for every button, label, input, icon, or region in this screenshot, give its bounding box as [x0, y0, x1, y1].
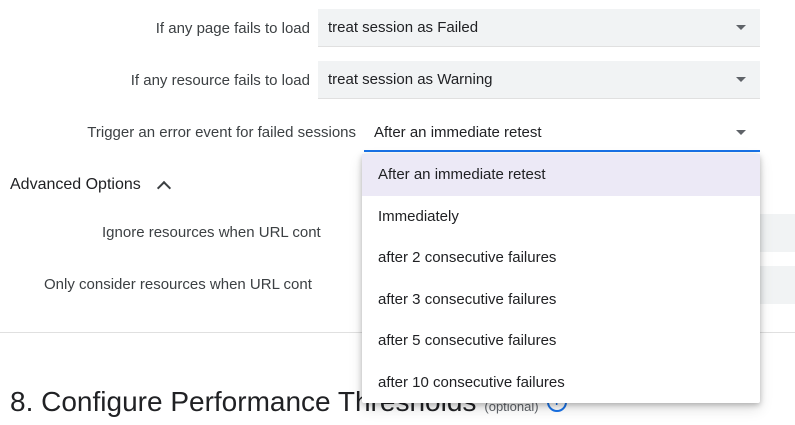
advanced-options-toggle[interactable]: Advanced Options — [10, 176, 171, 195]
page-fail-select[interactable]: treat session as Failed — [318, 9, 760, 47]
dropdown-option[interactable]: after 2 consecutive failures — [362, 237, 760, 279]
error-event-select[interactable]: After an immediate retest — [364, 114, 760, 152]
only-consider-label: Only consider resources when URL cont — [44, 276, 312, 293]
dropdown-option[interactable]: after 10 consecutive failures — [362, 362, 760, 404]
dropdown-option[interactable]: After an immediate retest — [362, 154, 760, 196]
caret-down-icon — [736, 77, 746, 82]
dropdown-option[interactable]: Immediately — [362, 196, 760, 238]
page: If any page fails to load treat session … — [0, 0, 795, 425]
resource-fail-label: If any resource fails to load — [130, 72, 310, 89]
advanced-options-label: Advanced Options — [10, 176, 141, 193]
dropdown-option[interactable]: after 3 consecutive failures — [362, 279, 760, 321]
caret-down-icon — [736, 129, 746, 135]
page-fail-value: treat session as Failed — [328, 19, 479, 36]
error-event-dropdown-menu: After an immediate retest Immediately af… — [362, 154, 760, 403]
error-event-label: Trigger an error event for failed sessio… — [87, 124, 356, 141]
dropdown-option[interactable]: after 5 consecutive failures — [362, 320, 760, 362]
chevron-up-icon — [156, 180, 171, 195]
error-event-value: After an immediate retest — [374, 123, 542, 141]
resource-fail-value: treat session as Warning — [328, 71, 493, 88]
ignore-resources-label: Ignore resources when URL cont — [102, 224, 321, 241]
page-fail-label: If any page fails to load — [155, 20, 310, 37]
resource-fail-select[interactable]: treat session as Warning — [318, 61, 760, 99]
caret-down-icon — [736, 25, 746, 30]
